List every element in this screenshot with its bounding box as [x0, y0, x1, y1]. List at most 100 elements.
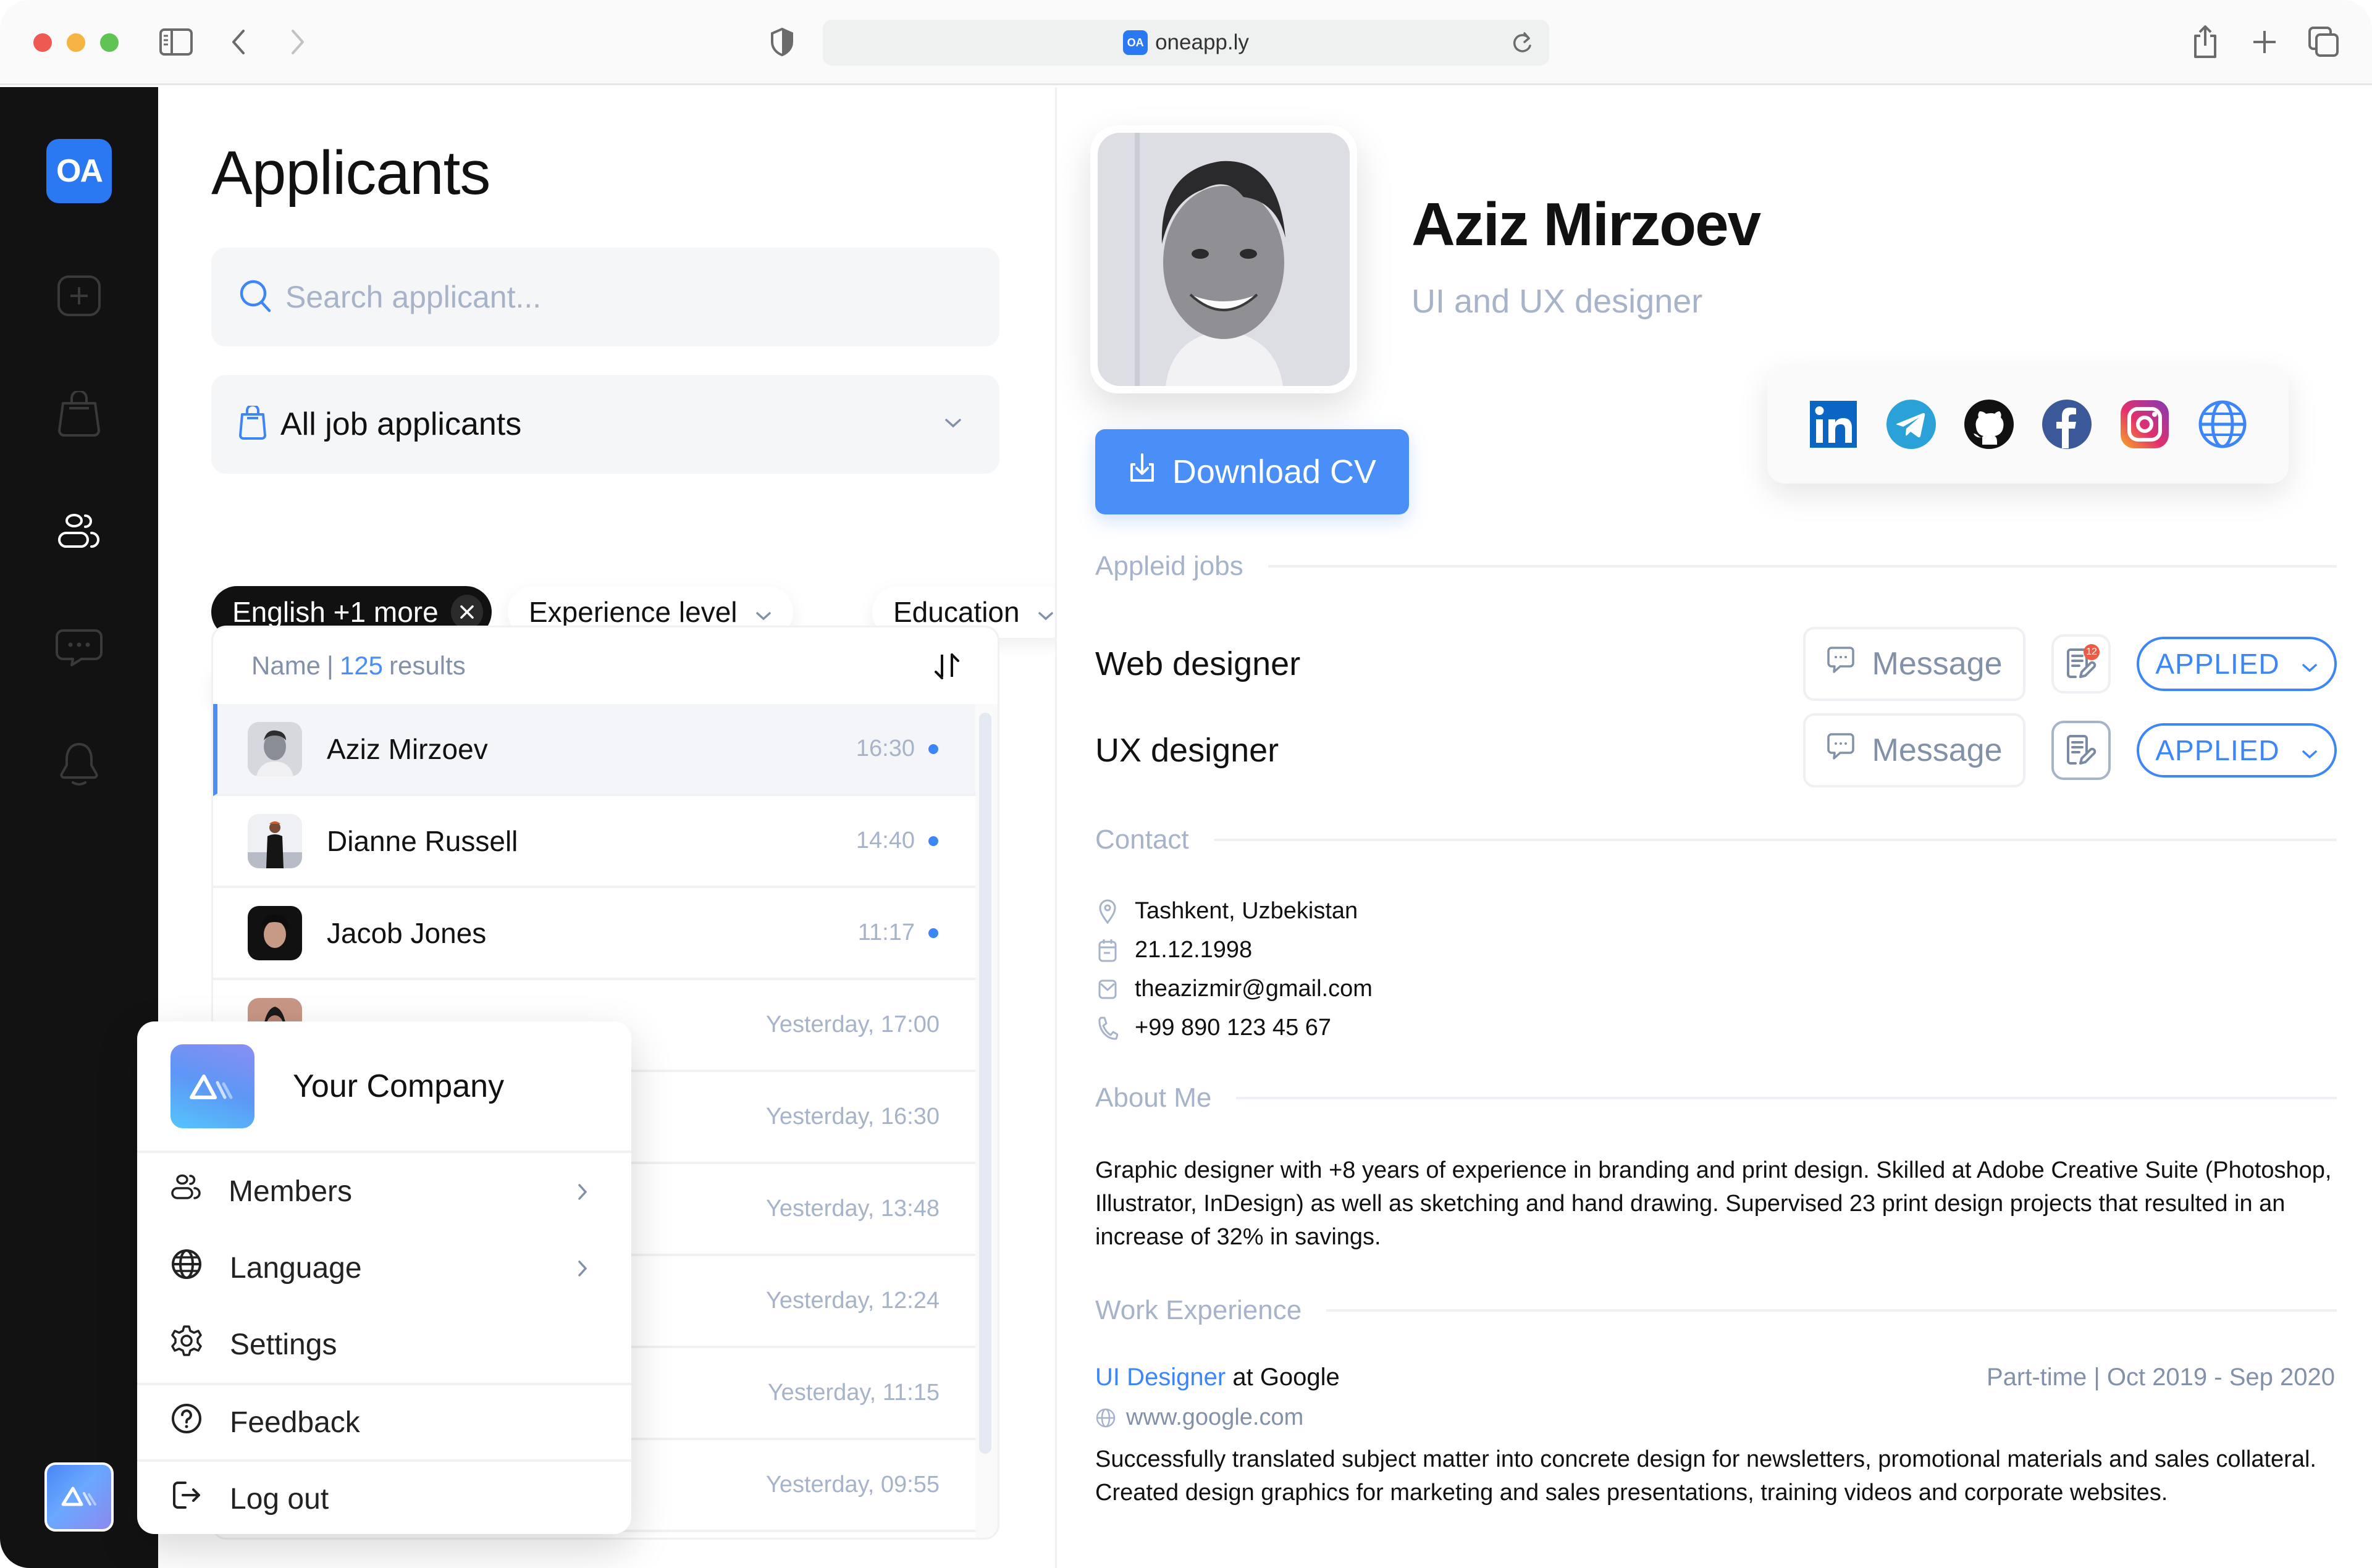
contact-value[interactable]: +99 890 123 45 67 [1135, 1015, 1331, 1041]
company-switcher-button[interactable] [44, 1462, 114, 1532]
applicant-name: Jacob Jones [327, 916, 487, 949]
menu-item-label: Settings [230, 1328, 337, 1361]
message-button[interactable]: Message [1803, 627, 2025, 701]
list-item[interactable]: Aziz Mirzoev 16:30 [213, 704, 977, 796]
contact-location: Tashkent, Uzbekistan [1095, 898, 1358, 924]
section-divider [1268, 565, 2337, 568]
forward-icon[interactable] [289, 25, 306, 59]
job-filter-select[interactable]: All job applicants [211, 375, 999, 474]
message-label: Message [1872, 732, 2003, 768]
new-tab-icon[interactable] [2251, 25, 2278, 59]
notes-button[interactable] [2051, 721, 2111, 780]
list-header: Name | 125 results [213, 627, 998, 704]
chevron-down-icon [1037, 595, 1054, 629]
app-sidebar: OA [0, 87, 158, 1568]
profile-photo-image [1098, 133, 1350, 386]
status-dropdown[interactable]: APPLIED [2137, 723, 2337, 778]
applicant-time: Yesterday, 13:48 [766, 1196, 940, 1222]
contact-value[interactable]: theazizmir@gmail.com [1135, 976, 1373, 1002]
avatar [248, 813, 302, 868]
chat-icon[interactable] [54, 624, 104, 674]
shield-icon[interactable] [770, 25, 794, 59]
menu-item-logout[interactable]: Log out [137, 1459, 631, 1534]
url-text[interactable]: oneapp.ly [1155, 30, 1249, 55]
applicant-time: Yesterday, 16:30 [766, 1104, 940, 1130]
bag-icon[interactable] [54, 390, 104, 439]
applicant-profile: Aziz Mirzoev UI and UX designer Download… [1055, 87, 2372, 1568]
work-position-title[interactable]: UI Designer [1095, 1364, 1226, 1391]
company-name: Your Company [293, 1068, 505, 1104]
section-contact: Contact [1095, 824, 2337, 855]
bell-icon[interactable] [54, 740, 104, 790]
section-divider [1213, 839, 2337, 841]
applicant-time: 14:40 [856, 828, 915, 853]
question-circle-icon [170, 1402, 203, 1442]
job-title: UX designer [1095, 732, 1279, 769]
add-square-icon[interactable] [54, 271, 104, 321]
applicant-full-name: Aziz Mirzoev [1411, 190, 1761, 258]
list-item[interactable]: Dianne Russell 14:40 [213, 796, 977, 888]
contact-email[interactable]: theazizmir@gmail.com [1095, 976, 1373, 1002]
note-edit-icon [2066, 734, 2097, 768]
work-url-text[interactable]: www.google.com [1126, 1404, 1303, 1431]
logout-icon [170, 1479, 203, 1519]
tabs-overview-icon[interactable] [2308, 25, 2340, 59]
app-logo[interactable]: OA [46, 139, 112, 203]
about-text: Graphic designer with +8 years of experi… [1095, 1157, 2332, 1250]
menu-item-language[interactable]: Language [137, 1230, 631, 1306]
applicant-name: Dianne Russell [327, 824, 518, 857]
status-dropdown[interactable]: APPLIED [2137, 637, 2337, 691]
header-separator: | [327, 651, 334, 680]
browser-window: OA oneapp.ly OA Applicants Search applic… [0, 0, 2372, 1568]
clear-filter-icon[interactable] [450, 595, 483, 629]
github-icon[interactable] [1963, 398, 2015, 450]
search-field[interactable] [211, 248, 999, 346]
applicant-role: UI and UX designer [1411, 283, 1703, 320]
menu-item-label: Language [230, 1251, 362, 1285]
filter-chip-label: Experience level [529, 596, 738, 628]
list-item[interactable]: Jacob Jones 11:17 [213, 888, 977, 980]
sidebar-toggle-icon[interactable] [159, 25, 193, 59]
instagram-icon[interactable] [2119, 398, 2171, 450]
contact-phone[interactable]: +99 890 123 45 67 [1095, 1015, 1331, 1041]
menu-item-label: Feedback [230, 1406, 360, 1439]
scrollbar-thumb[interactable] [979, 713, 991, 1454]
status-label: APPLIED [2155, 648, 2280, 680]
menu-item-members[interactable]: Members [137, 1153, 631, 1230]
phone-icon [1095, 1016, 1120, 1041]
message-button[interactable]: Message [1803, 713, 2025, 787]
zoom-window-button[interactable] [100, 33, 119, 52]
users-icon[interactable] [54, 507, 104, 556]
applicant-time: Yesterday, 17:00 [766, 1012, 940, 1038]
message-label: Message [1872, 646, 2003, 682]
avatar [248, 905, 302, 960]
site-favicon: OA [1123, 30, 1148, 55]
linkedin-icon[interactable] [1807, 398, 1859, 450]
reload-icon[interactable] [1510, 30, 1534, 60]
applied-job-row: Web designer Message 12 APPLIED [1095, 627, 2337, 701]
work-company: Google [1260, 1364, 1340, 1391]
menu-item-feedback[interactable]: Feedback [137, 1383, 631, 1459]
search-input[interactable] [285, 279, 903, 315]
telegram-icon[interactable] [1885, 398, 1937, 450]
chevron-down-icon [755, 595, 772, 629]
website-globe-icon[interactable] [2197, 398, 2248, 450]
notes-button[interactable]: 12 [2051, 634, 2111, 694]
result-count-suffix: results [389, 651, 466, 680]
download-cv-button[interactable]: Download CV [1095, 429, 1409, 514]
menu-item-settings[interactable]: Settings [137, 1306, 631, 1383]
facebook-icon[interactable] [2041, 398, 2093, 450]
contact-value: 21.12.1998 [1135, 937, 1253, 963]
share-icon[interactable] [2192, 25, 2219, 59]
minimize-window-button[interactable] [67, 33, 85, 52]
back-icon[interactable] [230, 25, 247, 59]
address-bar[interactable]: OA oneapp.ly [823, 20, 1549, 65]
work-website[interactable]: www.google.com [1095, 1404, 1303, 1431]
section-applied-jobs: Appleid jobs [1095, 551, 2337, 582]
chevron-down-icon [2301, 647, 2318, 681]
applicant-time: 16:30 [856, 736, 915, 761]
chevron-down-icon [944, 417, 962, 432]
sort-icon[interactable] [933, 648, 961, 689]
work-connector: at [1232, 1364, 1253, 1391]
close-window-button[interactable] [33, 33, 52, 52]
